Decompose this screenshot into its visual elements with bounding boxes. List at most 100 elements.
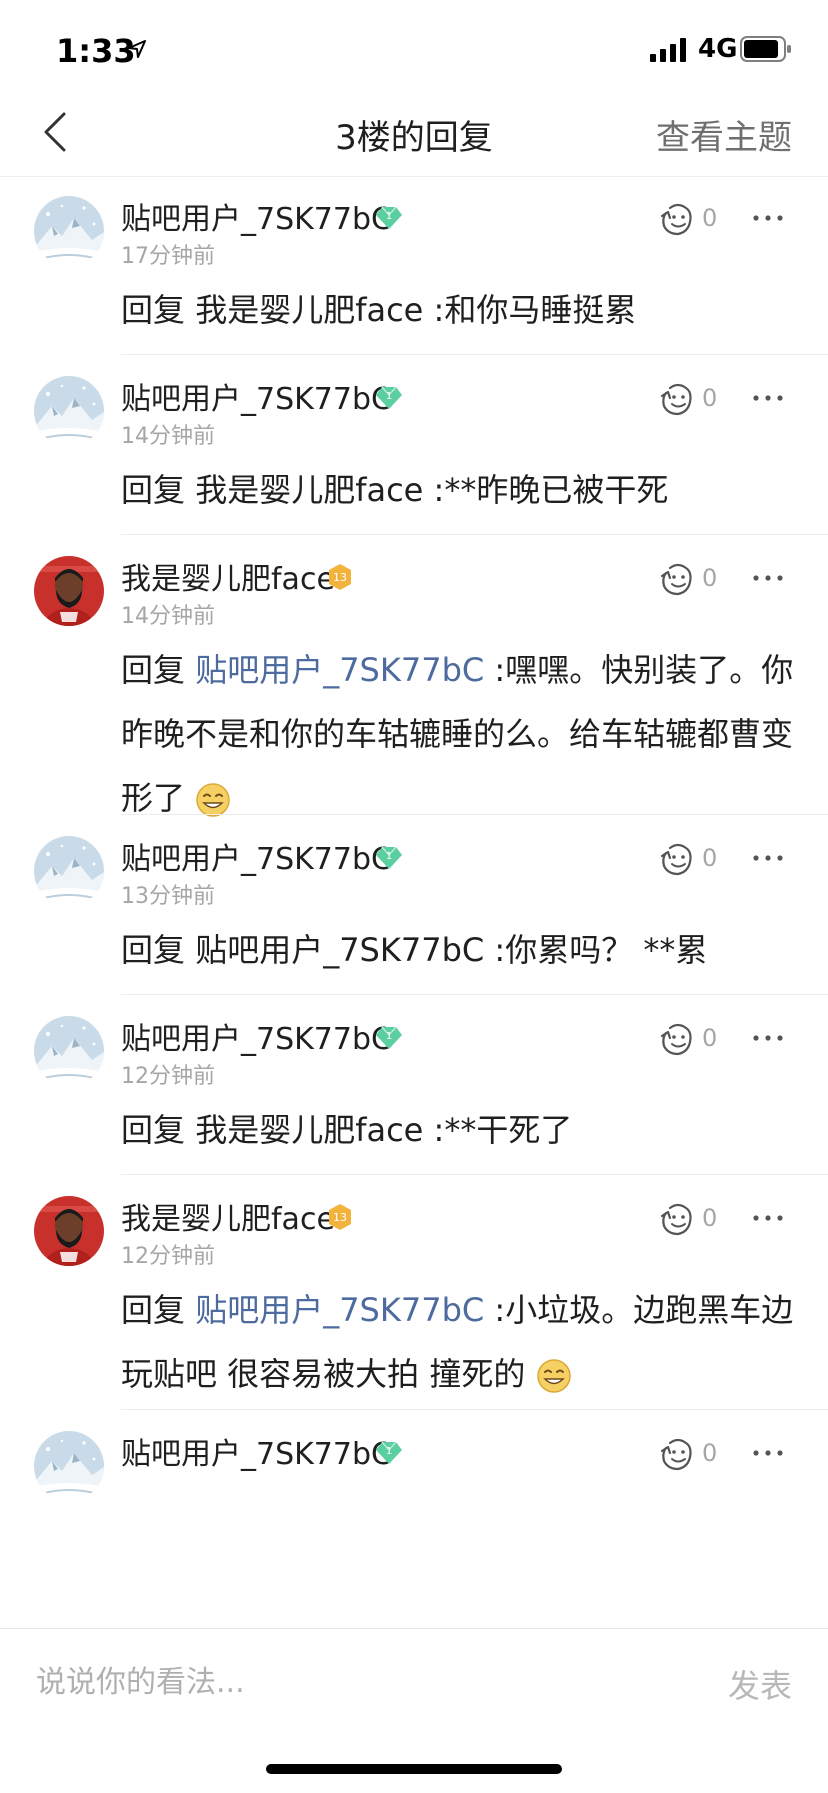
user-name[interactable]: 我是婴儿肥face <box>121 554 335 598</box>
level-badge-icon: 13 <box>325 562 355 592</box>
more-options-icon[interactable] <box>750 1020 786 1056</box>
reply-text: :**昨晚已被干死 <box>423 471 669 509</box>
reply-item[interactable]: 贴吧用户_7SK77bC 1 14分钟前 0 回复 我是婴儿肥face :**昨… <box>0 356 828 535</box>
reply-divider <box>121 1174 828 1175</box>
user-avatar[interactable] <box>34 1196 104 1266</box>
user-name[interactable]: 贴吧用户_7SK77bC <box>121 194 392 238</box>
status-time: 1:33 <box>56 32 136 70</box>
like-face-icon <box>658 1200 696 1238</box>
reply-prefix: 回复 <box>121 1291 196 1329</box>
publish-button[interactable]: 发表 <box>728 1661 792 1707</box>
svg-text:1: 1 <box>386 391 392 402</box>
user-name[interactable]: 贴吧用户_7SK77bC <box>121 1014 392 1058</box>
reply-target: 我是婴儿肥face <box>195 291 424 329</box>
user-name[interactable]: 我是婴儿肥face <box>121 1194 335 1238</box>
diamond-badge-icon: 1 <box>374 1437 404 1467</box>
like-face-icon <box>658 840 696 878</box>
like-count: 0 <box>702 204 718 232</box>
reply-time: 12分钟前 <box>121 1244 215 1269</box>
reply-divider <box>121 1409 828 1410</box>
svg-text:1: 1 <box>386 1446 392 1457</box>
like-count: 0 <box>702 564 718 592</box>
like-button[interactable]: 0 <box>656 1020 740 1060</box>
like-face-icon <box>658 200 696 238</box>
user-name[interactable]: 贴吧用户_7SK77bC <box>121 1429 392 1473</box>
reply-prefix: 回复 <box>121 931 196 969</box>
user-avatar[interactable] <box>34 1016 104 1086</box>
like-button[interactable]: 0 <box>656 1435 740 1475</box>
battery-icon <box>740 36 791 62</box>
composer-bar: 发表 <box>0 1628 828 1793</box>
reply-item[interactable]: 我是婴儿肥face 13 14分钟前 0 回复 贴吧用户_7SK77bC :嘿嘿… <box>0 536 828 817</box>
more-options-icon[interactable] <box>750 380 786 416</box>
reply-target: 我是婴儿肥face <box>195 1111 424 1149</box>
user-name[interactable]: 贴吧用户_7SK77bC <box>121 834 392 878</box>
reply-prefix: 回复 <box>121 471 196 509</box>
reply-item[interactable]: 贴吧用户_7SK77bC 1 0 <box>0 1411 828 1557</box>
more-options-icon[interactable] <box>750 1200 786 1236</box>
cellular-signal-icon <box>650 38 686 62</box>
user-avatar[interactable] <box>34 376 104 446</box>
reply-divider <box>121 534 828 535</box>
like-face-icon <box>658 1020 696 1058</box>
like-count: 0 <box>702 384 718 412</box>
reply-target-link[interactable]: 贴吧用户_7SK77bC <box>195 651 484 689</box>
reply-target: 贴吧用户_7SK77bC <box>195 931 485 969</box>
like-count: 0 <box>702 844 718 872</box>
reply-time: 13分钟前 <box>121 884 215 909</box>
like-button[interactable]: 0 <box>656 840 740 880</box>
location-arrow-icon <box>128 40 146 58</box>
more-options-icon[interactable] <box>750 560 786 596</box>
reply-item[interactable]: 我是婴儿肥face 13 12分钟前 0 回复 贴吧用户_7SK77bC :小垃… <box>0 1176 828 1410</box>
like-count: 0 <box>702 1439 718 1467</box>
svg-text:13: 13 <box>333 571 347 584</box>
reply-time: 14分钟前 <box>121 604 215 629</box>
user-avatar[interactable] <box>34 556 104 626</box>
reply-item[interactable]: 贴吧用户_7SK77bC 1 17分钟前 0 回复 我是婴儿肥face :和你马… <box>0 176 828 355</box>
reply-time: 14分钟前 <box>121 424 215 449</box>
reply-content: 回复 贴吧用户_7SK77bC :小垃圾。边跑黑车边玩贴吧 很容易被大拍 撞死的 <box>121 1278 801 1406</box>
diamond-badge-icon: 1 <box>374 382 404 412</box>
reply-prefix: 回复 <box>121 291 196 329</box>
home-indicator <box>266 1764 562 1774</box>
like-button[interactable]: 0 <box>656 560 740 600</box>
like-button[interactable]: 0 <box>656 1200 740 1240</box>
comment-input[interactable] <box>34 1649 598 1715</box>
reply-item[interactable]: 贴吧用户_7SK77bC 1 13分钟前 0 回复 贴吧用户_7SK77bC :… <box>0 816 828 995</box>
reply-content: 回复 我是婴儿肥face :**干死了 <box>121 1098 801 1162</box>
like-button[interactable]: 0 <box>656 380 740 420</box>
user-avatar[interactable] <box>34 1431 104 1501</box>
reply-list[interactable]: 贴吧用户_7SK77bC 1 17分钟前 0 回复 我是婴儿肥face :和你马… <box>0 176 828 1628</box>
status-bar: 1:33 4G <box>0 0 828 88</box>
like-face-icon <box>658 560 696 598</box>
user-name[interactable]: 贴吧用户_7SK77bC <box>121 374 392 418</box>
diamond-badge-icon: 1 <box>374 1022 404 1052</box>
reply-text: :你累吗？ **累 <box>484 931 708 969</box>
level-badge-icon: 13 <box>325 1202 355 1232</box>
reply-content: 回复 我是婴儿肥face :**昨晚已被干死 <box>121 458 801 522</box>
like-face-icon <box>658 380 696 418</box>
svg-text:13: 13 <box>333 1211 347 1224</box>
network-type: 4G <box>698 34 738 64</box>
reply-time: 12分钟前 <box>121 1064 215 1089</box>
more-options-icon[interactable] <box>750 840 786 876</box>
view-topic-button[interactable]: 查看主题 <box>656 110 792 159</box>
more-options-icon[interactable] <box>750 1435 786 1471</box>
nav-bar: 3楼的回复 查看主题 <box>0 88 828 177</box>
like-count: 0 <box>702 1024 718 1052</box>
diamond-badge-icon: 1 <box>374 202 404 232</box>
like-count: 0 <box>702 1204 718 1232</box>
reply-content: 回复 贴吧用户_7SK77bC :你累吗？ **累 <box>121 918 801 982</box>
reply-item[interactable]: 贴吧用户_7SK77bC 1 12分钟前 0 回复 我是婴儿肥face :**干… <box>0 996 828 1175</box>
reply-text: :**干死了 <box>423 1111 573 1149</box>
reply-time: 17分钟前 <box>121 244 215 269</box>
user-avatar[interactable] <box>34 196 104 266</box>
like-button[interactable]: 0 <box>656 200 740 240</box>
user-avatar[interactable] <box>34 836 104 906</box>
diamond-badge-icon: 1 <box>374 842 404 872</box>
reply-divider <box>121 994 828 995</box>
reply-content: 回复 贴吧用户_7SK77bC :嘿嘿。快别装了。你昨晚不是和你的车轱辘睡的么。… <box>121 638 801 830</box>
more-options-icon[interactable] <box>750 200 786 236</box>
reply-target-link[interactable]: 贴吧用户_7SK77bC <box>195 1291 484 1329</box>
grin-emoji-icon <box>536 1359 571 1393</box>
